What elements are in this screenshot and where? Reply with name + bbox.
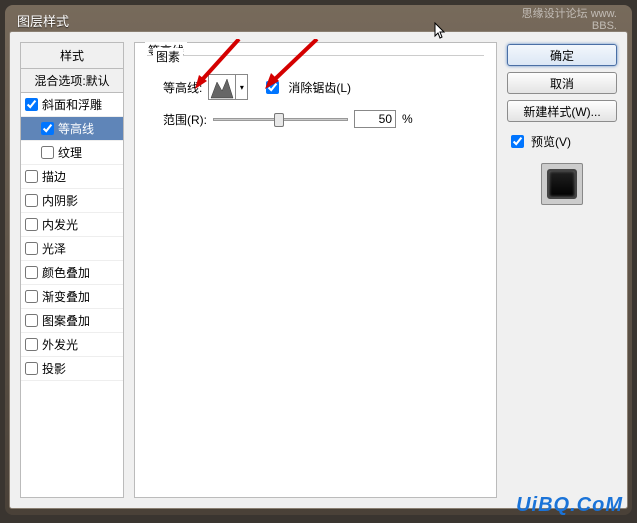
right-panel: 确定 取消 新建样式(W)... 预览(V) bbox=[507, 42, 617, 498]
range-slider-thumb[interactable] bbox=[274, 113, 284, 127]
style-label: 投影 bbox=[42, 360, 66, 377]
sub-group-title: 图素 bbox=[153, 48, 183, 65]
contour-label: 等高线: bbox=[163, 79, 202, 96]
style-item-1[interactable]: 等高线 bbox=[21, 117, 123, 141]
new-style-button[interactable]: 新建样式(W)... bbox=[507, 100, 617, 122]
contour-thumbnail-icon bbox=[209, 75, 235, 99]
contour-dropdown-icon[interactable]: ▾ bbox=[235, 75, 247, 99]
style-item-5[interactable]: 内发光 bbox=[21, 213, 123, 237]
styles-list: 斜面和浮雕等高线纹理描边内阴影内发光光泽颜色叠加渐变叠加图案叠加外发光投影 bbox=[21, 93, 123, 381]
range-slider[interactable] bbox=[213, 118, 348, 121]
preview-label: 预览(V) bbox=[531, 133, 571, 150]
style-item-3[interactable]: 描边 bbox=[21, 165, 123, 189]
watermark-top: 思缘设计论坛 www. BBS. bbox=[522, 8, 617, 32]
style-item-10[interactable]: 外发光 bbox=[21, 333, 123, 357]
style-item-7[interactable]: 颜色叠加 bbox=[21, 261, 123, 285]
dialog-body: 样式 混合选项:默认 斜面和浮雕等高线纹理描边内阴影内发光光泽颜色叠加渐变叠加图… bbox=[9, 31, 628, 509]
style-item-8[interactable]: 渐变叠加 bbox=[21, 285, 123, 309]
dialog-window: 图层样式 样式 混合选项:默认 斜面和浮雕等高线纹理描边内阴影内发光光泽颜色叠加… bbox=[5, 5, 632, 515]
style-checkbox[interactable] bbox=[25, 170, 38, 183]
style-checkbox[interactable] bbox=[25, 338, 38, 351]
style-label: 颜色叠加 bbox=[42, 264, 90, 281]
styles-panel: 样式 混合选项:默认 斜面和浮雕等高线纹理描边内阴影内发光光泽颜色叠加渐变叠加图… bbox=[20, 42, 124, 498]
elements-group: 图素 等高线: ▾ 消除锯齿(L) bbox=[147, 55, 484, 138]
style-label: 渐变叠加 bbox=[42, 288, 90, 305]
style-checkbox[interactable] bbox=[25, 314, 38, 327]
antialias-label: 消除锯齿(L) bbox=[288, 79, 351, 96]
ok-button[interactable]: 确定 bbox=[507, 44, 617, 66]
styles-header: 样式 bbox=[21, 43, 123, 69]
style-checkbox[interactable] bbox=[25, 194, 38, 207]
preview-option[interactable]: 预览(V) bbox=[507, 132, 617, 151]
antialias-option[interactable]: 消除锯齿(L) bbox=[262, 78, 351, 97]
cursor-icon bbox=[434, 22, 448, 45]
watermark-top-line2: BBS. bbox=[522, 20, 617, 32]
style-label: 描边 bbox=[42, 168, 66, 185]
style-checkbox[interactable] bbox=[25, 242, 38, 255]
style-label: 内阴影 bbox=[42, 192, 78, 209]
cancel-button[interactable]: 取消 bbox=[507, 72, 617, 94]
watermark-top-line1: 思缘设计论坛 www. bbox=[522, 8, 617, 20]
style-label: 外发光 bbox=[42, 336, 78, 353]
preview-checkbox[interactable] bbox=[511, 135, 524, 148]
style-checkbox[interactable] bbox=[25, 218, 38, 231]
range-unit: % bbox=[402, 112, 413, 126]
style-item-2[interactable]: 纹理 bbox=[21, 141, 123, 165]
style-label: 内发光 bbox=[42, 216, 78, 233]
settings-panel: 等高线 图素 等高线: ▾ 消除锯齿(L) bbox=[134, 42, 497, 498]
style-label: 斜面和浮雕 bbox=[42, 96, 102, 113]
style-checkbox[interactable] bbox=[25, 98, 38, 111]
watermark-bottom: UiBQ.CoM bbox=[516, 494, 623, 517]
preview-swatch bbox=[541, 163, 583, 205]
style-item-6[interactable]: 光泽 bbox=[21, 237, 123, 261]
style-item-4[interactable]: 内阴影 bbox=[21, 189, 123, 213]
style-checkbox[interactable] bbox=[41, 146, 54, 159]
contour-row: 等高线: ▾ 消除锯齿(L) bbox=[163, 74, 484, 100]
style-item-11[interactable]: 投影 bbox=[21, 357, 123, 381]
style-checkbox[interactable] bbox=[41, 122, 54, 135]
preview-swatch-inner bbox=[547, 169, 577, 199]
style-checkbox[interactable] bbox=[25, 362, 38, 375]
contour-picker[interactable]: ▾ bbox=[208, 74, 248, 100]
antialias-checkbox[interactable] bbox=[266, 81, 279, 94]
range-label: 范围(R): bbox=[163, 111, 207, 128]
style-checkbox[interactable] bbox=[25, 290, 38, 303]
style-item-0[interactable]: 斜面和浮雕 bbox=[21, 93, 123, 117]
style-label: 光泽 bbox=[42, 240, 66, 257]
style-item-9[interactable]: 图案叠加 bbox=[21, 309, 123, 333]
window-title: 图层样式 bbox=[17, 14, 69, 29]
style-label: 等高线 bbox=[58, 120, 94, 137]
style-label: 纹理 bbox=[58, 144, 82, 161]
style-label: 图案叠加 bbox=[42, 312, 90, 329]
range-input[interactable] bbox=[354, 110, 396, 128]
range-row: 范围(R): % bbox=[163, 110, 484, 128]
style-checkbox[interactable] bbox=[25, 266, 38, 279]
blend-options-row[interactable]: 混合选项:默认 bbox=[21, 69, 123, 93]
